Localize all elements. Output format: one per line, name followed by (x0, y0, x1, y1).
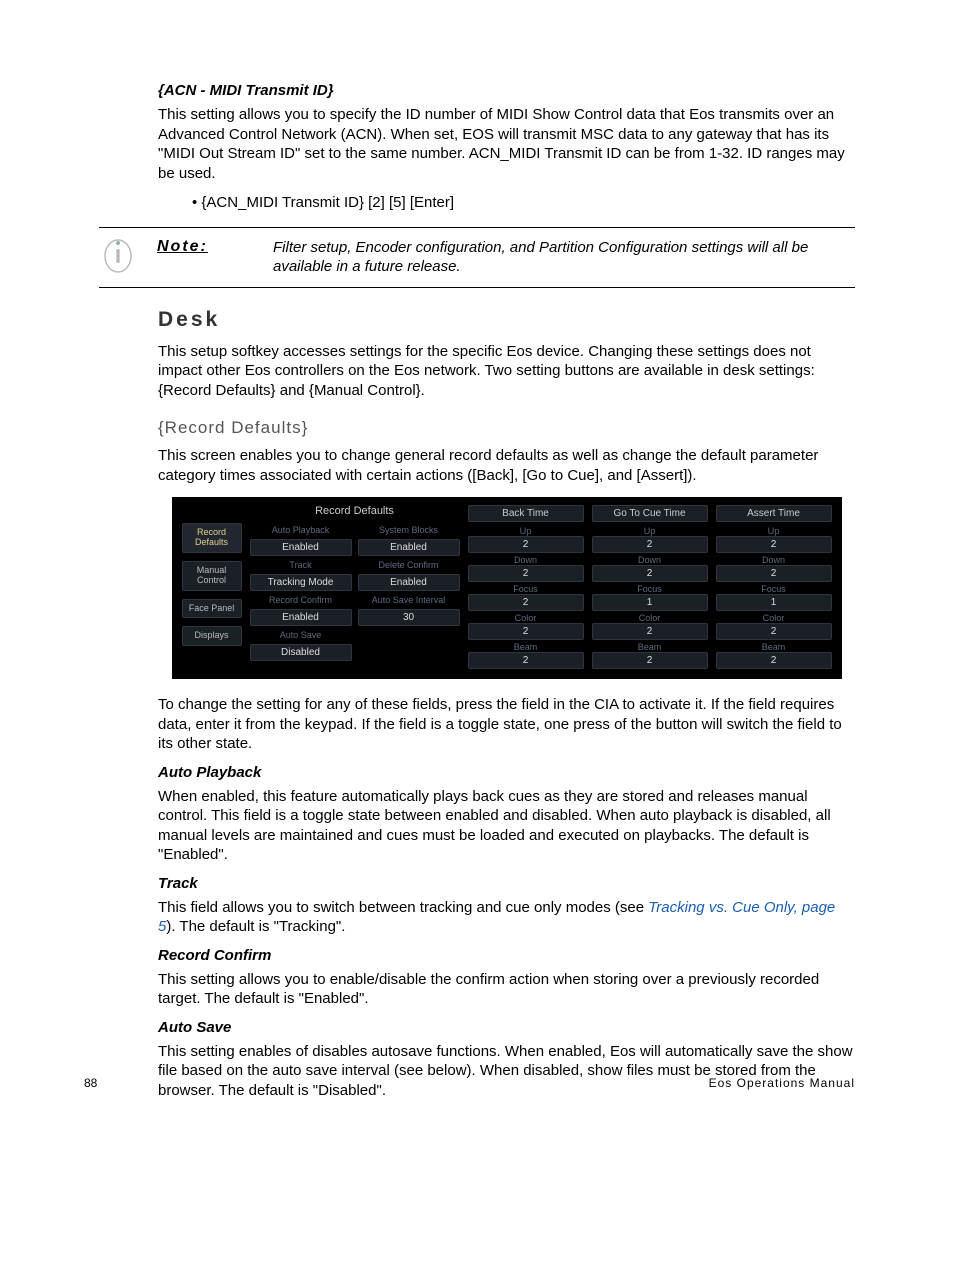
para-track-2: ). The default is "Tracking". (166, 918, 345, 935)
para-auto-playback: When enabled, this feature automatically… (158, 787, 855, 865)
col-assert-time: Assert Time (716, 505, 832, 522)
note-text: Filter setup, Encoder configuration, and… (273, 238, 855, 277)
time-value[interactable]: 2 (468, 565, 584, 582)
setting-label (358, 628, 460, 642)
setting-value[interactable]: 30 (358, 609, 460, 626)
time-value[interactable]: 2 (592, 623, 708, 640)
time-label: Up (716, 526, 832, 536)
time-value[interactable]: 2 (592, 565, 708, 582)
footer-title: Eos Operations Manual (709, 1076, 855, 1090)
para-after-panel: To change the setting for any of these f… (158, 695, 855, 754)
time-value[interactable]: 2 (468, 623, 584, 640)
time-label: Up (468, 526, 584, 536)
time-value[interactable]: 2 (592, 536, 708, 553)
heading-auto-save: Auto Save (158, 1019, 855, 1036)
panel-title: Record Defaults (250, 505, 460, 523)
time-label: Focus (716, 584, 832, 594)
info-icon (99, 232, 137, 276)
setting-label: Auto Save Interval (358, 593, 460, 607)
heading-record-defaults: {Record Defaults} (158, 418, 855, 438)
bullet-acn-midi: {ACN_MIDI Transmit ID} [2] [5] [Enter] (192, 193, 855, 213)
page-number: 88 (84, 1076, 97, 1090)
heading-track: Track (158, 875, 855, 892)
time-label: Up (592, 526, 708, 536)
setting-label: Delete Confirm (358, 558, 460, 572)
para-record-defaults: This screen enables you to change genera… (158, 446, 855, 485)
para-acn-midi: This setting allows you to specify the I… (158, 105, 855, 183)
time-value[interactable]: 2 (468, 594, 584, 611)
time-label: Beam (716, 642, 832, 652)
time-value[interactable]: 1 (592, 594, 708, 611)
setting-value[interactable]: Tracking Mode (250, 574, 352, 591)
note-label: Note: (157, 238, 273, 256)
heading-auto-playback: Auto Playback (158, 764, 855, 781)
tab-displays[interactable]: Displays (182, 626, 242, 646)
tab-record-defaults[interactable]: Record Defaults (182, 523, 242, 553)
time-value[interactable]: 2 (468, 536, 584, 553)
para-auto-save: This setting enables of disables autosav… (158, 1042, 855, 1101)
heading-desk: Desk (158, 308, 855, 332)
setting-label: System Blocks (358, 523, 460, 537)
setting-label: Auto Save (250, 628, 352, 642)
para-track: This field allows you to switch between … (158, 898, 855, 937)
time-label: Beam (468, 642, 584, 652)
time-label: Down (716, 555, 832, 565)
tab-manual-control[interactable]: Manual Control (182, 561, 242, 591)
setting-label: Auto Playback (250, 523, 352, 537)
setting-value[interactable]: Disabled (250, 644, 352, 661)
time-label: Focus (468, 584, 584, 594)
setting-label: Track (250, 558, 352, 572)
heading-record-confirm: Record Confirm (158, 947, 855, 964)
time-value[interactable]: 2 (592, 652, 708, 669)
col-go-to-cue-time: Go To Cue Time (592, 505, 708, 522)
time-label: Down (592, 555, 708, 565)
setting-value[interactable]: Enabled (358, 574, 460, 591)
time-label: Color (592, 613, 708, 623)
para-record-confirm: This setting allows you to enable/disabl… (158, 970, 855, 1009)
time-label: Color (716, 613, 832, 623)
para-track-1: This field allows you to switch between … (158, 899, 648, 916)
note-block: Note: Filter setup, Encoder configuratio… (99, 227, 855, 288)
tab-face-panel[interactable]: Face Panel (182, 599, 242, 619)
col-back-time: Back Time (468, 505, 584, 522)
setting-label: Record Confirm (250, 593, 352, 607)
setting-value[interactable]: Enabled (358, 539, 460, 556)
setting-value[interactable]: Enabled (250, 609, 352, 626)
time-value[interactable]: 1 (716, 594, 832, 611)
record-defaults-panel: Record Defaults Manual Control Face Pane… (172, 497, 842, 679)
time-value[interactable]: 2 (716, 652, 832, 669)
para-desk: This setup softkey accesses settings for… (158, 342, 855, 401)
heading-acn-midi: {ACN - MIDI Transmit ID} (158, 82, 855, 99)
time-value[interactable]: 2 (468, 652, 584, 669)
time-value[interactable]: 2 (716, 623, 832, 640)
setting-value[interactable]: Enabled (250, 539, 352, 556)
time-value[interactable]: 2 (716, 536, 832, 553)
time-value[interactable]: 2 (716, 565, 832, 582)
time-label: Color (468, 613, 584, 623)
time-label: Down (468, 555, 584, 565)
time-label: Beam (592, 642, 708, 652)
time-label: Focus (592, 584, 708, 594)
